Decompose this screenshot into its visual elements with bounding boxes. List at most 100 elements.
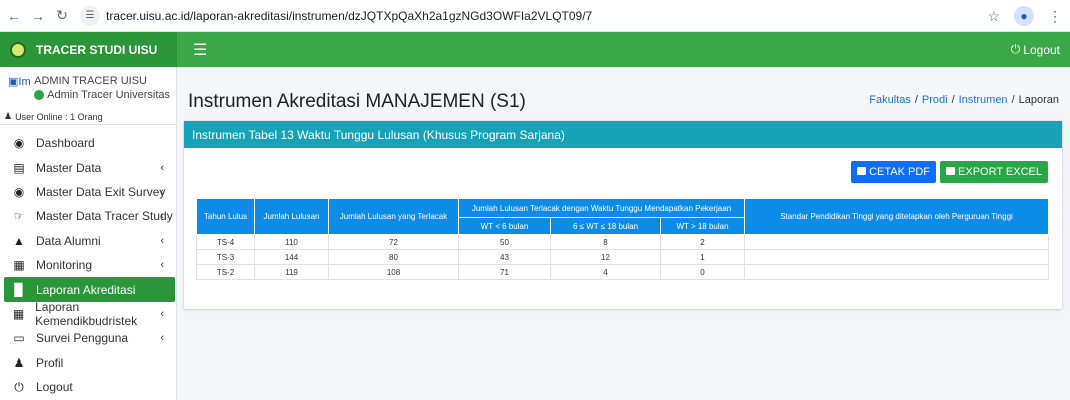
export-excel-button[interactable]: EXPORT EXCEL	[940, 161, 1048, 183]
sidebar-item-logout[interactable]: ⏻ Logout	[0, 375, 176, 399]
eye-icon: ◉	[13, 184, 25, 199]
header-tahun-lulus: Tahun Lulus	[196, 198, 255, 235]
table-cell: TS-2	[196, 264, 255, 280]
forward-icon[interactable]: →	[28, 6, 48, 26]
table-body: TS-4 110 72 50 8 2 TS-3 144 80 43 12 1 TS-2 119 108 71 4…	[196, 234, 1049, 280]
laptop-icon: ▭	[13, 331, 25, 346]
power-icon: ⏻	[14, 379, 24, 394]
avatar-alt-text: Image	[18, 76, 31, 88]
chart-bar-icon: ▉	[14, 282, 24, 297]
sidebar-item-label: Monitoring	[36, 258, 93, 273]
header-waktu-tunggu-group: Jumlah Lulusan Terlacak dengan Waktu Tun…	[458, 198, 745, 218]
sidebar: ▣Image ADMIN TRACER UISU Admin Tracer Un…	[0, 67, 177, 400]
breadcrumb-prodi[interactable]: Prodi	[922, 94, 948, 106]
table-cell: 144	[254, 249, 329, 265]
building-icon: ▦	[12, 306, 25, 321]
breadcrumb-fakultas[interactable]: Fakultas	[869, 94, 911, 106]
chevron-left-icon: ‹	[160, 161, 164, 174]
reload-icon[interactable]: ↻	[52, 6, 72, 26]
logout-button[interactable]: ⏻ Logout	[1011, 42, 1060, 57]
address-bar[interactable]: ☰ tracer.uisu.ac.id/laporan-akreditasi/i…	[80, 4, 980, 28]
database-icon: ▤	[13, 160, 25, 175]
table-row: TS-4 110 72 50 8 2	[196, 234, 1049, 250]
table-cell: 50	[458, 234, 551, 250]
header-lulusan-terlacak: Jumlah Lulusan yang Terlacak	[328, 198, 459, 235]
sidebar-item-label: Master Data	[36, 160, 102, 175]
graduation-cap-icon: ▲	[13, 233, 25, 248]
user-avatar: ▣Image	[8, 75, 30, 109]
brand-title: TRACER STUDI UISU	[36, 42, 158, 57]
pdf-file-icon	[857, 166, 867, 178]
sidebar-item-label: Profil	[36, 355, 64, 370]
user-name[interactable]: ADMIN TRACER UISU	[34, 75, 170, 87]
breadcrumb-separator: /	[1011, 94, 1015, 106]
sidebar-item-data-alumni[interactable]: ▲ Data Alumni ‹	[0, 229, 176, 253]
sidebar-menu: ◉ Dashboard ▤ Master Data ‹ ◉ Master Data Exit…	[0, 131, 176, 399]
sidebar-item-label: Laporan Akreditasi	[36, 282, 136, 297]
table-cell: 4	[550, 264, 661, 280]
user-role: Admin Tracer Universitas	[34, 89, 170, 101]
breadcrumb: Fakultas / Prodi / Instrumen / Laporan	[869, 94, 1059, 106]
back-icon[interactable]: ←	[4, 6, 24, 26]
breadcrumb-current: Laporan	[1018, 94, 1059, 106]
chevron-left-icon: ‹	[160, 210, 164, 223]
sidebar-item-profil[interactable]: ♟ Profil	[0, 351, 176, 375]
breadcrumb-instrumen[interactable]: Instrumen	[959, 94, 1008, 106]
page-title: Instrumen Akreditasi MANAJEMEN (S1)	[188, 91, 526, 112]
sidebar-item-label: Survei Pengguna	[36, 331, 129, 346]
table-cell: 119	[254, 264, 329, 280]
power-icon: ⏻	[1010, 42, 1021, 56]
card-title: Instrumen Tabel 13 Waktu Tunggu Lulusan …	[184, 121, 1062, 148]
top-navbar: ☰ ⏻ Logout	[177, 32, 1070, 67]
breadcrumb-separator: /	[914, 94, 918, 106]
chevron-left-icon: ‹	[160, 185, 164, 198]
site-info-icon[interactable]: ☰	[80, 5, 100, 26]
app-header: TRACER STUDI UISU ☰ ⏻ Logout	[0, 32, 1070, 67]
sidebar-item-label: Logout	[36, 380, 73, 395]
table-cell: 72	[328, 234, 459, 250]
sidebar-item-label: Laporan Kemendikbudristek	[35, 299, 138, 328]
logout-label: Logout	[1023, 42, 1060, 57]
sidebar-item-monitoring[interactable]: ▦ Monitoring ‹	[0, 253, 176, 277]
sidebar-item-master-data-tracer-study[interactable]: ☞ Master Data Tracer Study ‹	[0, 204, 176, 228]
main-content: Instrumen Akreditasi MANAJEMEN (S1) Faku…	[177, 67, 1070, 400]
print-pdf-button[interactable]: CETAK PDF	[851, 161, 937, 183]
table-cell: 2	[660, 234, 745, 250]
chevron-left-icon: ‹	[160, 307, 164, 320]
sidebar-item-survei-pengguna[interactable]: ▭ Survei Pengguna ‹	[0, 326, 176, 350]
excel-file-icon	[946, 166, 956, 178]
table-cell	[744, 264, 1049, 280]
user-role-label: Admin Tracer Universitas	[47, 89, 170, 101]
handshake-icon: ☞	[13, 209, 25, 224]
hamburger-menu-icon[interactable]: ☰	[193, 40, 207, 60]
table-cell: 108	[328, 264, 459, 280]
sidebar-item-label: Master Data Tracer Study	[36, 209, 173, 224]
table-cell: 1	[660, 249, 745, 265]
user-panel: ▣Image ADMIN TRACER UISU Admin Tracer Un…	[0, 67, 176, 109]
sidebar-item-master-data[interactable]: ▤ Master Data ‹	[0, 155, 176, 179]
table-cell: 12	[550, 249, 661, 265]
breadcrumb-separator: /	[951, 94, 955, 106]
table-cell	[744, 234, 1049, 250]
table-cell: 80	[328, 249, 459, 265]
sidebar-item-dashboard[interactable]: ◉ Dashboard	[0, 131, 176, 155]
bookmark-star-icon[interactable]: ☆	[987, 8, 1000, 25]
browser-menu-icon[interactable]: ⋮	[1048, 8, 1062, 25]
sidebar-item-laporan-kemendikbudristek[interactable]: ▦ Laporan Kemendikbudristek ‹	[0, 299, 176, 328]
tachometer-icon: ◉	[13, 136, 25, 151]
profile-avatar-icon[interactable]: ●	[1014, 6, 1034, 26]
table-cell: 8	[550, 234, 661, 250]
user-icon: ♟	[13, 355, 25, 370]
sidebar-item-master-data-exit-survey[interactable]: ◉ Master Data Exit Survey ‹	[0, 180, 176, 204]
table-row: TS-3 144 80 43 12 1	[196, 249, 1049, 265]
table-cell: TS-4	[196, 234, 255, 250]
user-icon: ♟	[4, 111, 13, 121]
header-wt-over-18: WT > 18 bulan	[660, 217, 745, 235]
table-cell: 0	[660, 264, 745, 280]
brand-link[interactable]: TRACER STUDI UISU	[0, 32, 177, 67]
sidebar-item-label: Master Data Exit Survey	[36, 184, 166, 199]
table-cell: 43	[458, 249, 551, 265]
browser-toolbar: ← → ↻ ☰ tracer.uisu.ac.id/laporan-akredi…	[0, 0, 1070, 32]
sidebar-item-laporan-akreditasi[interactable]: ▉ Laporan Akreditasi	[4, 277, 175, 302]
url-text[interactable]: tracer.uisu.ac.id/laporan-akreditasi/ins…	[106, 9, 592, 23]
